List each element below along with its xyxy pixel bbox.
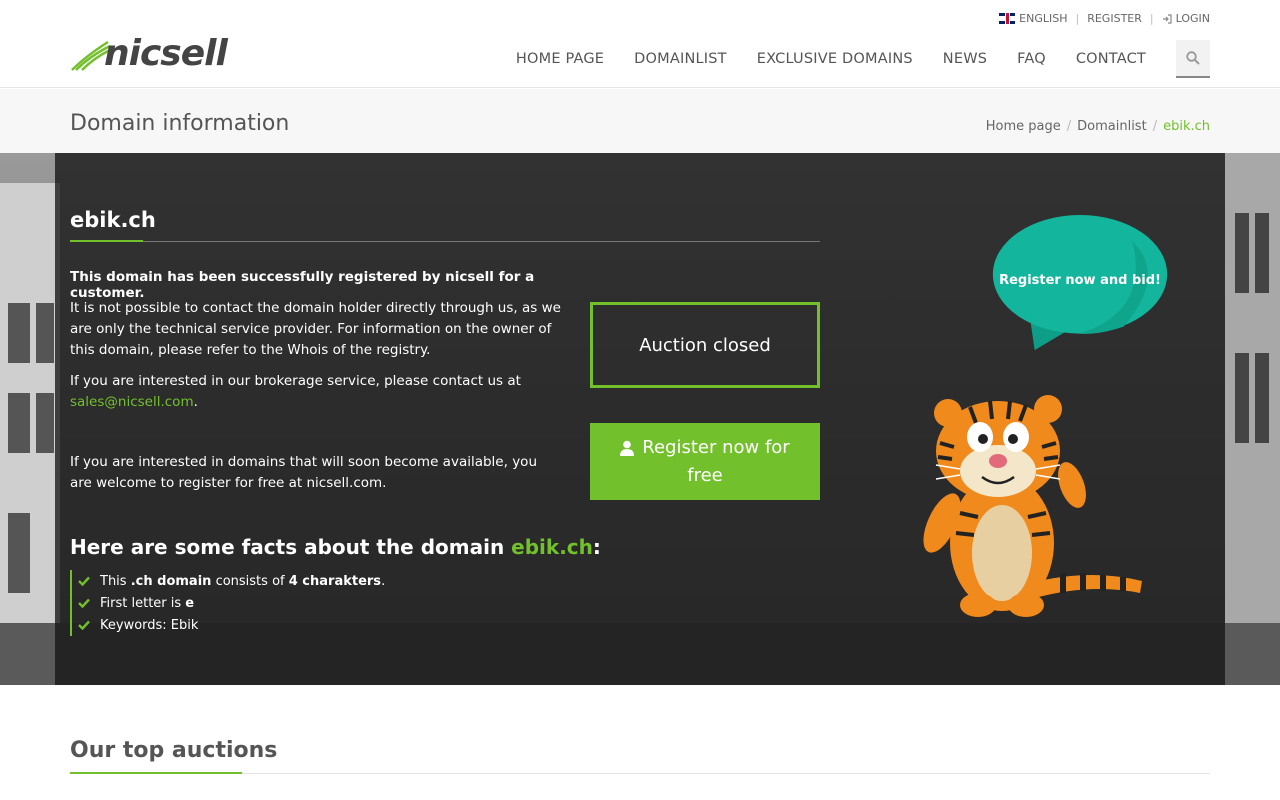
language-selector[interactable]: ENGLISH	[999, 12, 1068, 25]
breadcrumb-separator: /	[1066, 119, 1072, 134]
search-icon	[1186, 51, 1200, 65]
brokerage-prefix: If you are interested in our brokerage s…	[70, 373, 521, 389]
top-auctions-heading: Our top auctions	[70, 738, 278, 763]
nav-faq[interactable]: FAQ	[1017, 51, 1046, 67]
top-links: ENGLISH | REGISTER | LOGIN	[999, 12, 1210, 25]
nav-contact[interactable]: CONTACT	[1076, 51, 1146, 67]
register-link[interactable]: REGISTER	[1087, 12, 1142, 25]
facts-heading-prefix: Here are some facts about the domain	[70, 535, 505, 559]
nav-exclusive-domains[interactable]: EXCLUSIVE DOMAINS	[757, 51, 913, 67]
divider-accent	[70, 240, 143, 242]
facts-heading: Here are some facts about the domain ebi…	[70, 535, 601, 559]
nav-domainlist[interactable]: DOMAINLIST	[634, 51, 727, 67]
login-link[interactable]: LOGIN	[1162, 12, 1210, 25]
bubble-cta-text[interactable]: Register now and bid!	[980, 273, 1180, 288]
check-icon	[78, 576, 92, 586]
brokerage-text: If you are interested in our brokerage s…	[70, 371, 570, 413]
holder-info-text: It is not possible to contact the domain…	[70, 300, 561, 358]
fact-text: Keywords: Ebik	[100, 617, 199, 633]
breadcrumb-current: ebik.ch	[1163, 119, 1210, 134]
domain-name-heading: ebik.ch	[70, 208, 156, 232]
breadcrumb-home[interactable]: Home page	[986, 119, 1061, 134]
nav-home-page[interactable]: HOME PAGE	[516, 51, 604, 67]
breadcrumb-separator: /	[1152, 119, 1158, 134]
sales-email-link[interactable]: sales@nicsell.com	[70, 394, 194, 410]
facts-list: This .ch domain consists of 4 charakters…	[70, 570, 385, 636]
search-button[interactable]	[1176, 40, 1210, 78]
register-info-text: If you are interested in domains that wi…	[70, 454, 538, 491]
breadcrumb: Home page / Domainlist / ebik.ch	[986, 119, 1210, 134]
user-icon	[620, 440, 635, 456]
list-item: First letter is e	[72, 592, 385, 614]
divider: |	[1149, 12, 1154, 25]
tiger-mascot-icon	[923, 395, 1142, 617]
divider: |	[1075, 12, 1080, 25]
divider-accent	[70, 772, 242, 774]
uk-flag-icon	[999, 13, 1016, 24]
facts-heading-domain: ebik.ch	[511, 535, 593, 559]
main-nav: HOME PAGE DOMAINLIST EXCLUSIVE DOMAINS N…	[486, 40, 1210, 78]
facts-heading-suffix: :	[592, 535, 601, 559]
login-label: LOGIN	[1175, 12, 1210, 25]
auction-status-box: Auction closed	[590, 302, 820, 388]
sign-in-icon	[1162, 13, 1172, 24]
register-free-label: Register now for free	[642, 436, 790, 486]
fact-text: First letter is e	[100, 595, 195, 611]
logo[interactable]: nicsell	[70, 33, 228, 74]
logo-text: nicsell	[104, 33, 228, 74]
registered-notice: This domain has been successfully regist…	[70, 269, 535, 301]
divider	[70, 241, 820, 242]
title-bar: Domain information Home page / Domainlis…	[0, 89, 1280, 153]
breadcrumb-domainlist[interactable]: Domainlist	[1077, 119, 1147, 134]
list-item: This .ch domain consists of 4 charakters…	[72, 570, 385, 592]
register-free-button[interactable]: Register now for free	[590, 423, 820, 500]
check-icon	[78, 598, 92, 608]
brokerage-suffix: .	[193, 394, 198, 410]
list-item: Keywords: Ebik	[72, 614, 385, 636]
nav-news[interactable]: NEWS	[943, 51, 987, 67]
language-label: ENGLISH	[1019, 12, 1068, 25]
site-header: ENGLISH | REGISTER | LOGIN nicsell HOME …	[0, 0, 1280, 88]
domain-hero: ebik.ch This domain has been successfull…	[0, 153, 1280, 685]
page-title: Domain information	[70, 111, 290, 136]
fact-text: This .ch domain consists of 4 charakters…	[100, 573, 386, 589]
check-icon	[78, 620, 92, 630]
